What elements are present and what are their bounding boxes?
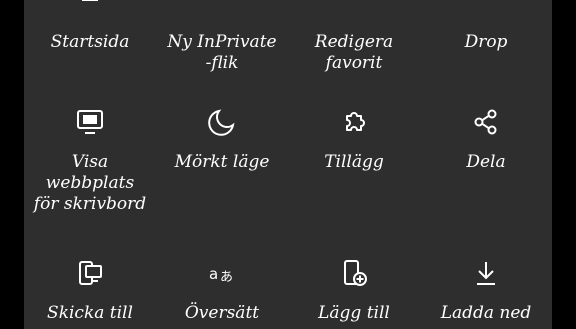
menu-item-send-to[interactable]: Skicka till [24, 259, 156, 324]
menu-item-edit-favorite[interactable]: Redigera favorit [288, 0, 420, 74]
send-to-devices-icon [76, 259, 104, 287]
menu-item-label: Skicka till [47, 303, 133, 323]
menu-item-label: Mörkt läge [174, 152, 270, 172]
menu-item-dark-mode[interactable]: Mörkt läge [156, 108, 288, 173]
menu-item-label: Drop [464, 32, 508, 52]
menu-item-startsida[interactable]: Startsida [24, 0, 156, 53]
inprivate-tab-icon [208, 0, 236, 16]
menu-item-download[interactable]: Ladda ned [420, 259, 552, 324]
translate-icon: a あ [208, 259, 236, 287]
menu-item-label: Lägg till [318, 303, 390, 323]
overflow-menu-panel: Startsida Ny InPrivate -flik Redigera fa… [24, 0, 552, 329]
add-to-phone-icon [340, 259, 368, 287]
puzzle-extension-icon [340, 108, 368, 136]
menu-item-inprivate[interactable]: Ny InPrivate -flik [156, 0, 288, 74]
menu-item-add-to[interactable]: Lägg till [288, 259, 420, 324]
menu-item-share[interactable]: Dela [420, 108, 552, 173]
menu-item-label: Ny InPrivate -flik [167, 32, 277, 73]
desktop-monitor-icon [76, 108, 104, 136]
menu-item-desktop-site[interactable]: Visa webbplats för skrivbord [24, 108, 156, 215]
svg-text:a: a [209, 265, 218, 283]
menu-item-label: Dela [466, 152, 506, 172]
send-icon [472, 0, 500, 16]
edit-pen-icon [340, 0, 368, 16]
menu-item-label: Startsida [50, 32, 130, 52]
download-icon [472, 259, 500, 287]
moon-icon [208, 108, 236, 136]
svg-text:あ: あ [220, 270, 233, 285]
menu-item-label: Översätt [184, 303, 260, 323]
menu-item-label: Redigera favorit [314, 32, 394, 73]
menu-item-drop[interactable]: Drop [420, 0, 552, 53]
share-icon [472, 108, 500, 136]
menu-item-label: Visa webbplats för skrivbord [33, 152, 147, 214]
menu-item-translate[interactable]: a あ Översätt [156, 259, 288, 324]
menu-item-label: Ladda ned [440, 303, 532, 323]
menu-item-extensions[interactable]: Tillägg [288, 108, 420, 173]
menu-item-label: Tillägg [324, 152, 384, 172]
home-icon [76, 0, 104, 16]
